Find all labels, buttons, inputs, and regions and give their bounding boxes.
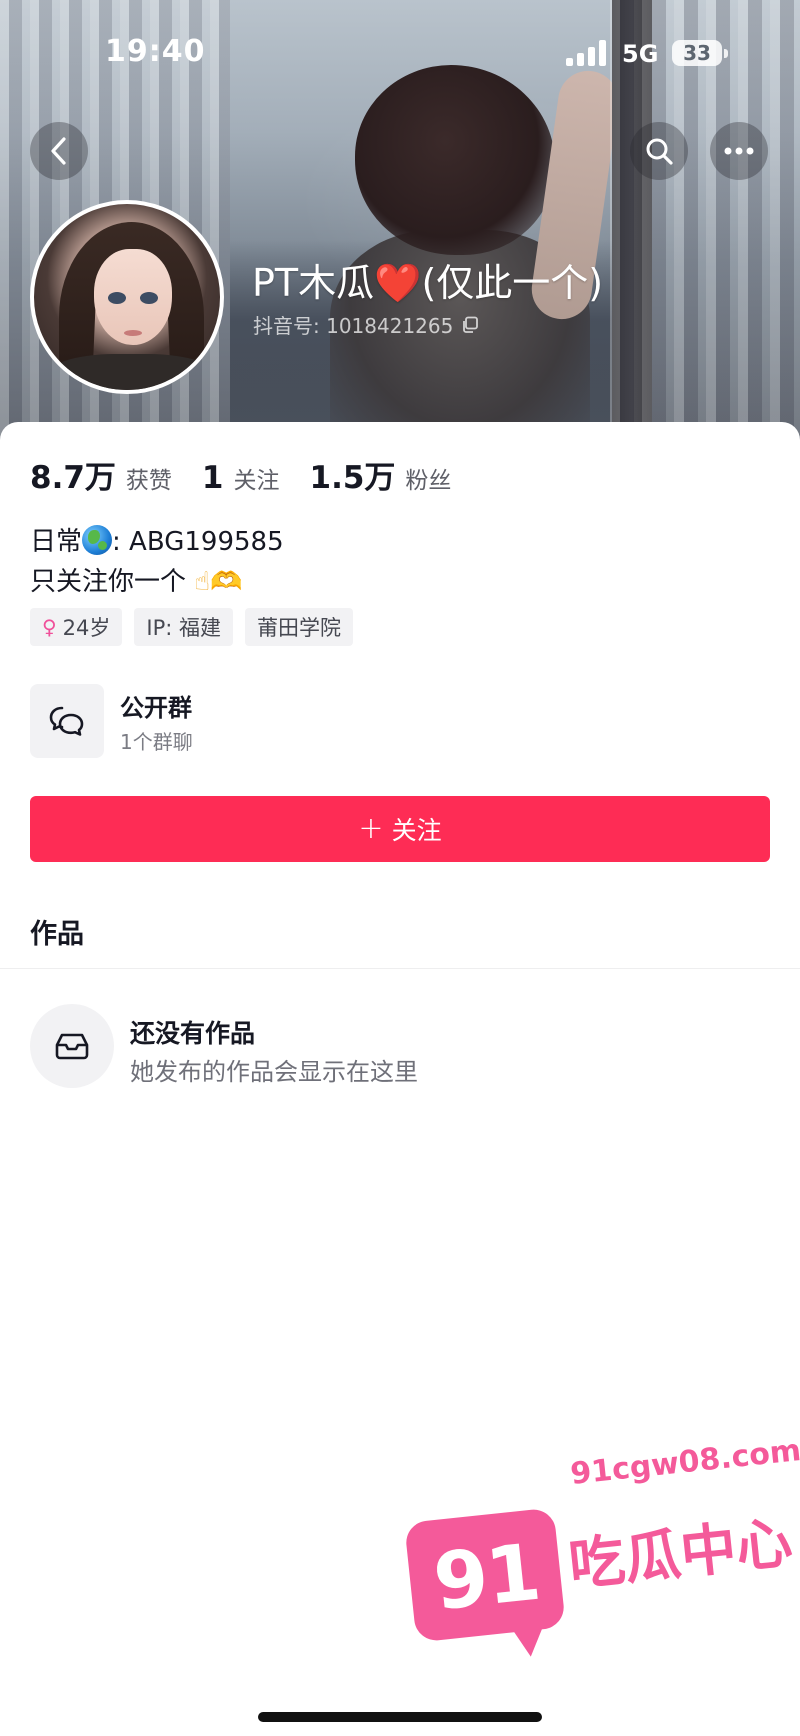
inbox-tray-icon — [55, 1033, 89, 1060]
tag-ip: IP: 福建 — [134, 608, 233, 646]
avatar[interactable] — [30, 200, 224, 394]
display-name-suffix: (仅此一个) — [421, 261, 604, 305]
chat-bubbles-icon — [49, 706, 84, 736]
more-button[interactable] — [710, 122, 768, 180]
stat-likes[interactable]: 8.7万 获赞 — [30, 452, 172, 497]
copy-icon[interactable] — [461, 316, 479, 334]
account-id[interactable]: 抖音号: 1018421265 — [253, 310, 479, 339]
signal-icon — [566, 40, 608, 66]
account-id-text: 抖音号: 1018421265 — [253, 314, 454, 338]
status-time: 19:40 — [105, 34, 206, 69]
tag-school-text: 莆田学院 — [257, 616, 341, 640]
bio-line-2: 只关注你一个 ☝🫶 — [30, 562, 284, 602]
back-icon — [51, 137, 66, 165]
display-name: PT木瓜❤️(仅此一个) — [252, 252, 603, 307]
bio-line-1-prefix: 日常 — [30, 527, 83, 557]
empty-icon-box — [30, 1004, 114, 1088]
battery-level: 33 — [683, 41, 711, 65]
tag-school[interactable]: 莆田学院 — [245, 608, 353, 646]
stat-followers[interactable]: 1.5万 粉丝 — [310, 452, 452, 497]
globe-icon — [82, 525, 113, 555]
avatar-lips — [124, 330, 142, 336]
stat-likes-value: 8.7万 — [30, 460, 116, 496]
tags-row: ♀ 24岁 IP: 福建 莆田学院 — [30, 608, 353, 646]
tag-age: ♀ 24岁 — [30, 608, 123, 646]
status-bar: 19:40 5G 33 — [0, 0, 800, 110]
network-type: 5G — [622, 40, 659, 68]
empty-works-title: 还没有作品 — [130, 1019, 256, 1048]
female-icon: ♀ — [42, 615, 57, 639]
group-icon-box — [30, 684, 104, 758]
tag-age-text: 24岁 — [62, 616, 111, 640]
stat-followers-label: 粉丝 — [405, 468, 452, 494]
bio-line-2-text: 只关注你一个 — [30, 567, 187, 597]
watermark-number: 91 — [429, 1527, 543, 1629]
tag-ip-text: IP: 福建 — [146, 616, 221, 640]
public-group-entry[interactable]: 公开群 1个群聊 — [30, 684, 770, 760]
watermark: 91 91cgw08.com 吃瓜中心 — [400, 1433, 800, 1675]
tab-works[interactable]: 作品 — [30, 912, 84, 951]
bio-line-1: 日常 : ABG199585 — [30, 522, 284, 562]
group-title: 公开群 — [120, 694, 192, 722]
avatar-coat — [44, 354, 219, 390]
stat-following-label: 关注 — [233, 468, 280, 494]
plus-icon: + — [358, 811, 384, 846]
empty-works-subtitle: 她发布的作品会显示在这里 — [130, 1058, 418, 1086]
hand-emoji: ☝🫶 — [194, 567, 243, 597]
group-subtitle: 1个群聊 — [120, 730, 193, 754]
watermark-text: 吃瓜中心 — [565, 1510, 796, 1599]
battery-icon: 33 — [672, 40, 728, 66]
stat-following[interactable]: 1 关注 — [202, 460, 280, 496]
more-icon — [724, 147, 754, 155]
display-name-text: PT木瓜 — [252, 261, 375, 305]
follow-button[interactable]: + 关注 — [30, 796, 770, 862]
stat-likes-label: 获赞 — [125, 468, 172, 494]
search-icon — [646, 138, 673, 165]
follow-button-label: 关注 — [391, 816, 442, 845]
home-indicator[interactable] — [258, 1712, 542, 1722]
bio-line-1-suffix: : ABG199585 — [112, 527, 284, 557]
empty-works-state: 还没有作品 她发布的作品会显示在这里 — [30, 1004, 770, 1090]
search-button[interactable] — [630, 122, 688, 180]
avatar-eye-left — [108, 292, 126, 304]
avatar-eye-right — [140, 292, 158, 304]
back-button[interactable] — [30, 122, 88, 180]
bio: 日常 : ABG199585 只关注你一个 ☝🫶 — [30, 522, 284, 602]
stats-row: 8.7万 获赞 1 关注 1.5万 粉丝 — [30, 452, 481, 497]
divider — [0, 968, 800, 969]
stat-followers-value: 1.5万 — [309, 460, 396, 496]
stat-following-value: 1 — [201, 460, 224, 496]
heart-emoji: ❤️ — [374, 261, 422, 305]
